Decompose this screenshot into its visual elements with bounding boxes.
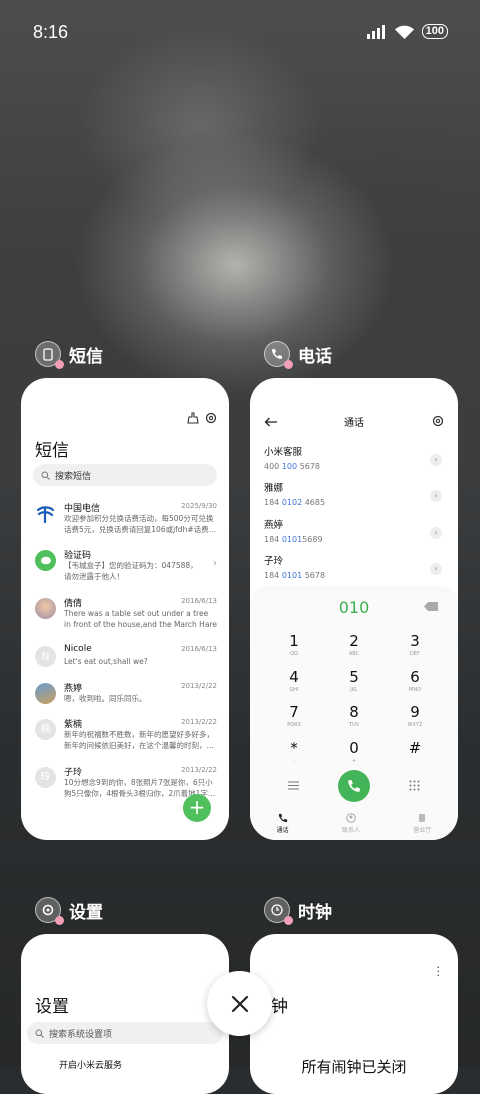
- app-label-settings[interactable]: 设置: [35, 897, 103, 925]
- app-label-clock[interactable]: 时钟: [264, 897, 332, 925]
- settings-gear-icon[interactable]: [432, 415, 444, 427]
- sms-app-icon: [35, 341, 64, 369]
- page-title: 通话: [344, 418, 364, 429]
- avatar: [35, 598, 56, 619]
- list-item[interactable]: 中国电信 2025/9/30 欢迎参加积分兑换话费活动，每500分可兑换话费5元…: [35, 501, 217, 549]
- bottom-tabs: 通话 联系人 营业厅: [250, 807, 458, 840]
- search-placeholder: 搜索短信: [55, 471, 92, 482]
- sms-app-card[interactable]: 短信 搜索短信 中国电信 2025/9/30 欢迎参加积分兑换话费活动，每500…: [21, 378, 229, 840]
- call-button[interactable]: [338, 770, 370, 802]
- avatar: 玲: [35, 767, 56, 788]
- key-star[interactable]: *,: [264, 739, 324, 764]
- clock-app-icon: [264, 897, 293, 925]
- chevron-right-icon[interactable]: ›: [430, 490, 442, 502]
- page-title: 设置: [35, 997, 69, 1017]
- tab-service-hall[interactable]: 营业厅: [413, 813, 431, 834]
- close-icon: [231, 995, 248, 1012]
- avatar: [35, 683, 56, 704]
- contact-row[interactable]: 子玲 184 0101 5678 ›: [264, 553, 444, 587]
- dialpad-toggle-icon[interactable]: [409, 780, 420, 791]
- app-name: 设置: [69, 902, 103, 923]
- key-2[interactable]: 2 ABC: [324, 632, 384, 657]
- contact-row[interactable]: 雅娜 184 0102 4685 ›: [264, 480, 444, 514]
- key-5[interactable]: 5 JKL: [324, 668, 384, 693]
- settings-item[interactable]: 开启小米云服务: [59, 1058, 122, 1071]
- avatar: 楠: [35, 719, 56, 740]
- contact-row[interactable]: 燕婷 184 01015689 ›: [264, 517, 444, 551]
- list-item[interactable]: 楠 紫楠 2013/2/22 新年的祝福数不胜数，新年的愿望好多好多，新年的问候…: [35, 717, 217, 765]
- dialpad: 010 1 QΩ 2 ABC 3 DEF 4 GHI 5 JKL 6 MNO 7 PQRS 8…: [250, 590, 458, 840]
- key-8[interactable]: 8 TUV: [324, 703, 384, 728]
- contacts-icon: [346, 813, 356, 823]
- search-icon: [35, 1029, 44, 1038]
- message-bubble-icon: [35, 550, 56, 571]
- app-name: 短信: [69, 346, 103, 367]
- battery-indicator: 100: [421, 24, 448, 39]
- key-0[interactable]: 0 +: [324, 739, 384, 764]
- app-name: 电话: [298, 346, 332, 367]
- signal-icon: [366, 24, 385, 39]
- settings-gear-icon[interactable]: [205, 412, 217, 424]
- phone-app-icon: [264, 341, 293, 369]
- wifi-icon: [394, 25, 414, 39]
- menu-icon[interactable]: [288, 781, 299, 790]
- chevron-right-icon[interactable]: ›: [430, 454, 442, 466]
- phone-call-icon: [348, 780, 360, 792]
- app-label-sms[interactable]: 短信: [35, 341, 103, 369]
- phone-app-card[interactable]: 通话 小米客服 400 100 5678 › 雅娜 184 0102 4685 › 燕婷…: [250, 378, 458, 840]
- tab-contacts[interactable]: 联系人: [342, 813, 360, 834]
- tab-calls[interactable]: 通话: [277, 813, 289, 834]
- phone-icon: [278, 813, 287, 823]
- key-3[interactable]: 3 DEF: [385, 632, 445, 657]
- key-4[interactable]: 4 GHI: [264, 668, 324, 693]
- avatar: N: [35, 646, 56, 667]
- key-1[interactable]: 1 QΩ: [264, 632, 324, 657]
- app-name: 时钟: [298, 902, 332, 923]
- new-message-button[interactable]: +: [183, 794, 211, 822]
- chevron-right-icon[interactable]: ›: [430, 527, 442, 539]
- status-time: 8:16: [33, 22, 69, 42]
- backspace-icon[interactable]: [424, 602, 438, 611]
- app-label-phone[interactable]: 电话: [264, 341, 332, 369]
- search-input[interactable]: 搜索短信: [33, 464, 217, 486]
- settings-app-icon: [35, 897, 64, 925]
- key-hash[interactable]: #: [385, 739, 445, 758]
- service-hall-icon: [419, 814, 426, 822]
- clear-all-button[interactable]: [207, 971, 272, 1036]
- settings-app-card[interactable]: 设置 搜索系统设置项 开启小米云服务: [21, 934, 229, 1094]
- clean-icon[interactable]: [187, 412, 199, 424]
- page-title: 短信: [35, 441, 69, 461]
- search-icon: [41, 471, 50, 480]
- chevron-right-icon: ›: [213, 558, 217, 569]
- chevron-right-icon[interactable]: ›: [430, 563, 442, 575]
- search-input[interactable]: 搜索系统设置项: [27, 1022, 223, 1044]
- key-7[interactable]: 7 PQRS: [264, 703, 324, 728]
- china-telecom-logo: [35, 503, 56, 524]
- contact-row[interactable]: 小米客服 400 100 5678 ›: [264, 444, 444, 478]
- list-item[interactable]: 倩倩 2016/6/13 There was a table set out u…: [35, 596, 217, 644]
- status-bar: 8:16 100: [33, 22, 448, 46]
- key-6[interactable]: 6 MNO: [385, 668, 445, 693]
- key-9[interactable]: 9 WXYZ: [385, 703, 445, 728]
- clock-app-card[interactable]: ··· 闹钟 所有闹钟已关闭: [250, 934, 458, 1094]
- more-options-icon[interactable]: · · ·: [437, 962, 441, 981]
- list-item[interactable]: 验证码 【韦城盒子】您的验证码为：047588，请勿泄露于他人！ ›: [35, 548, 217, 596]
